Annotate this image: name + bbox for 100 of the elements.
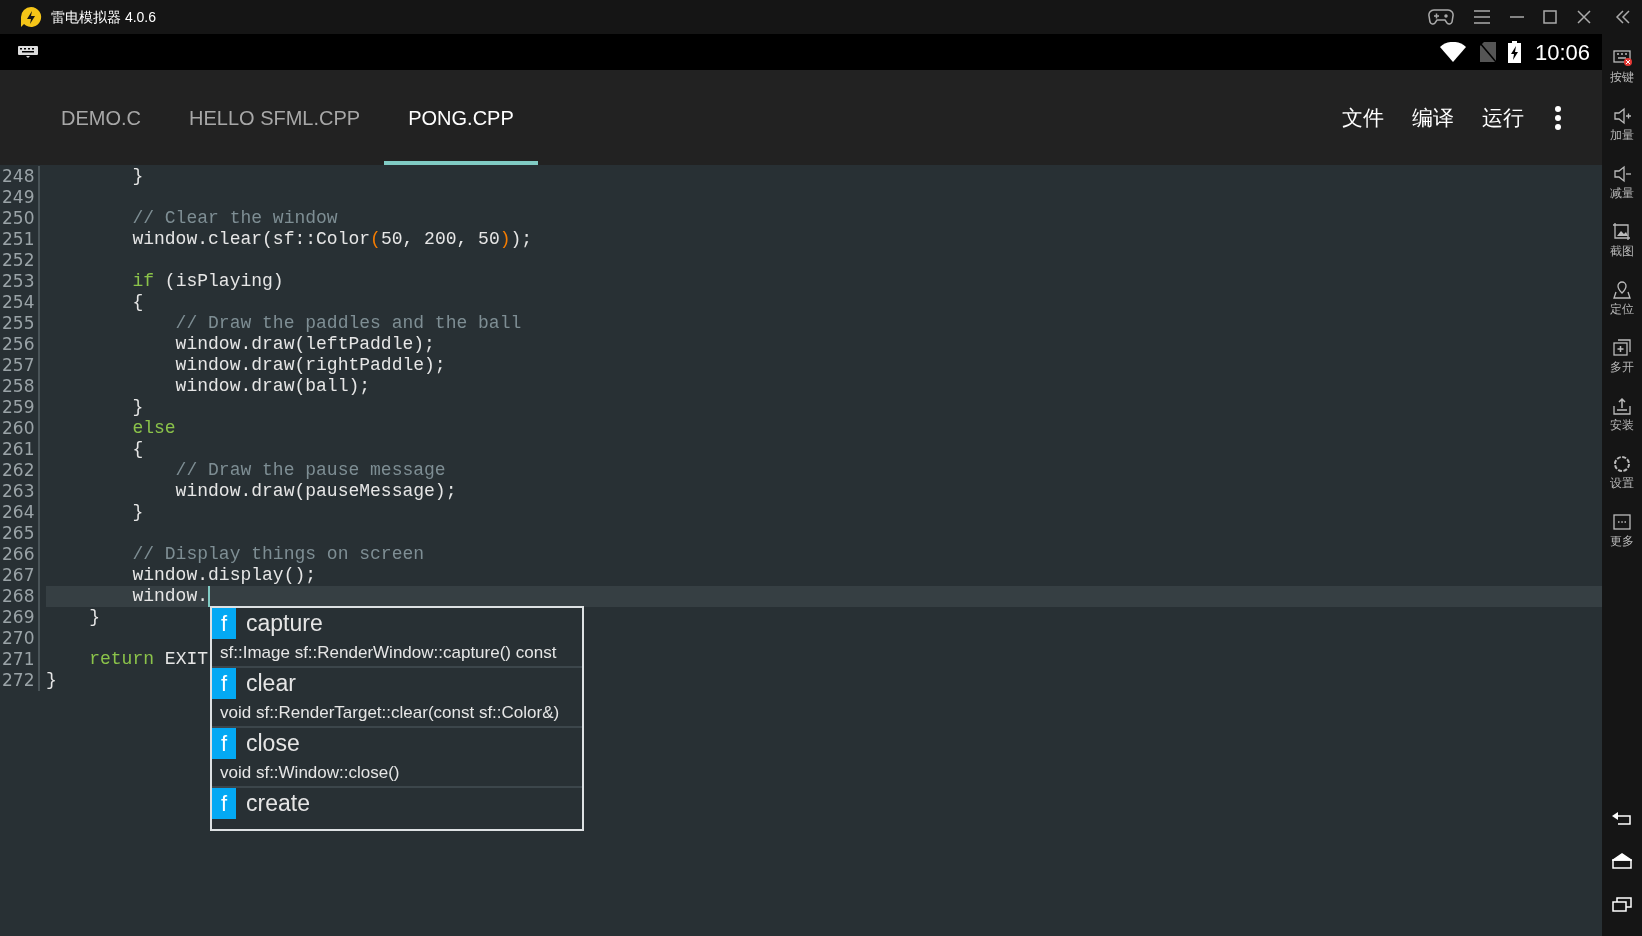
battery-charging-icon — [1507, 41, 1521, 63]
code-line: window.draw(pauseMessage); — [174, 481, 457, 502]
volume-up-icon — [1612, 106, 1632, 126]
maximize-icon[interactable] — [1543, 10, 1557, 24]
location-icon — [1612, 280, 1632, 300]
line-number: 266 — [0, 544, 40, 565]
line-number: 263 — [0, 481, 40, 502]
suggestion-item[interactable]: f capture sf::Image sf::RenderWindow::capture() const — [212, 608, 582, 668]
settings-icon — [1612, 454, 1632, 474]
screenshot-icon — [1612, 222, 1632, 242]
home-icon[interactable] — [1612, 853, 1632, 869]
collapse-icon[interactable] — [1615, 10, 1631, 24]
code-line: // Draw the paddles and the ball — [174, 313, 522, 334]
wifi-icon — [1439, 42, 1466, 62]
keyboard-icon — [18, 46, 38, 58]
sidebar-tool[interactable]: 加量 — [1610, 106, 1634, 142]
line-number: 251 — [0, 229, 40, 250]
sidebar-tool[interactable]: 安装 — [1610, 396, 1634, 432]
code-line: else — [131, 418, 176, 439]
code-line: window.draw(rightPaddle); — [174, 355, 446, 376]
line-number: 256 — [0, 334, 40, 355]
clock-time: 10:06 — [1534, 38, 1590, 67]
suggestion-name: clear — [246, 669, 296, 699]
code-line: // Clear the window — [131, 208, 338, 229]
line-number: 271 — [0, 649, 40, 670]
suggestion-name: close — [246, 729, 300, 759]
window-title: 雷电模拟器 4.0.6 — [51, 7, 157, 27]
function-badge: f — [212, 668, 236, 699]
line-number: 268 — [0, 586, 40, 607]
file-tab[interactable]: DEMO.C — [37, 70, 165, 165]
recent-apps-icon[interactable] — [1612, 897, 1632, 912]
code-line: window.clear(sf::Color(50, 200, 50)); — [131, 229, 533, 250]
line-number: 260 — [0, 418, 40, 439]
sidebar-tool[interactable]: 更多 — [1610, 512, 1634, 548]
sidebar-tool[interactable]: 定位 — [1610, 280, 1634, 316]
app-logo — [19, 6, 43, 28]
line-number: 250 — [0, 208, 40, 229]
menu-icon[interactable] — [1474, 10, 1490, 24]
suggestion-item[interactable]: f create — [212, 788, 582, 819]
more-icon — [1612, 512, 1632, 532]
sidebar-tool[interactable]: 按键 — [1610, 48, 1634, 84]
no-sim-icon — [1479, 42, 1496, 62]
suggestion-item[interactable]: f clear void sf::RenderTarget::clear(const sf::Color&) — [212, 668, 582, 728]
toolbar-action[interactable]: 文件 — [1342, 101, 1384, 134]
line-number: 267 — [0, 565, 40, 586]
line-number: 252 — [0, 250, 40, 271]
code-line: { — [131, 439, 144, 460]
code-line: if (isPlaying) — [131, 271, 284, 292]
line-number: 270 — [0, 628, 40, 649]
line-number: 254 — [0, 292, 40, 313]
line-number: 259 — [0, 397, 40, 418]
more-options-icon[interactable] — [1554, 105, 1562, 130]
keys-icon — [1612, 48, 1632, 68]
line-number: 262 — [0, 460, 40, 481]
code-line: } — [46, 670, 57, 691]
code-line: window.draw(leftPaddle); — [174, 334, 435, 355]
volume-down-icon — [1612, 164, 1632, 184]
sidebar-tool[interactable]: 截图 — [1610, 222, 1634, 258]
line-number: 258 — [0, 376, 40, 397]
line-number: 272 — [0, 670, 40, 691]
back-icon[interactable] — [1612, 811, 1632, 825]
function-badge: f — [212, 788, 236, 819]
suggestion-signature: void sf::Window::close() — [219, 762, 401, 784]
code-line: window.draw(ball); — [174, 376, 371, 397]
code-line: // Draw the pause message — [174, 460, 446, 481]
line-number: 269 — [0, 607, 40, 628]
code-line: window.display(); — [131, 565, 317, 586]
code-line: // Display things on screen — [131, 544, 425, 565]
install-icon — [1612, 396, 1632, 416]
sidebar-tool[interactable]: 多开 — [1610, 338, 1634, 374]
close-icon[interactable] — [1577, 10, 1591, 24]
code-line: { — [131, 292, 144, 313]
line-number: 248 — [0, 166, 40, 187]
suggestion-item[interactable]: f close void sf::Window::close() — [212, 728, 582, 788]
code-line: } — [131, 166, 144, 187]
gamepad-icon[interactable] — [1428, 8, 1454, 26]
line-number: 257 — [0, 355, 40, 376]
sidebar-tool[interactable]: 设置 — [1610, 454, 1634, 490]
file-tab[interactable]: HELLO SFML.CPP — [165, 70, 385, 165]
suggestion-signature: void sf::RenderTarget::clear(const sf::Color&) — [219, 702, 561, 724]
line-number: 249 — [0, 187, 40, 208]
text-cursor — [208, 586, 211, 607]
toolbar-action[interactable]: 运行 — [1482, 101, 1524, 134]
function-badge: f — [212, 608, 236, 639]
suggestion-name: create — [246, 789, 310, 819]
multi-icon — [1612, 338, 1632, 358]
code-line: } — [88, 607, 100, 628]
code-line: return EXIT — [88, 649, 209, 670]
toolbar-action[interactable]: 编译 — [1412, 101, 1454, 134]
suggestion-name: capture — [246, 609, 323, 639]
code-line: } — [131, 502, 144, 523]
line-number: 253 — [0, 271, 40, 292]
sidebar-tool[interactable]: 减量 — [1610, 164, 1634, 200]
suggestion-signature: sf::Image sf::RenderWindow::capture() const — [219, 642, 558, 664]
line-number: 255 — [0, 313, 40, 334]
line-number: 261 — [0, 439, 40, 460]
line-number: 264 — [0, 502, 40, 523]
line-number: 265 — [0, 523, 40, 544]
code-line: } — [131, 397, 144, 418]
function-badge: f — [212, 728, 236, 759]
